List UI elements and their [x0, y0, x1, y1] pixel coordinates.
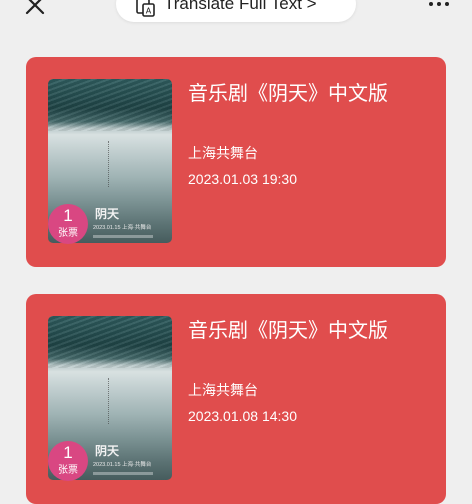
ticket-count: 1: [63, 443, 73, 462]
svg-text:A: A: [146, 7, 152, 16]
more-button[interactable]: [424, 0, 454, 14]
poster-title: 阴天: [95, 207, 120, 221]
show-venue: 上海共舞台: [188, 145, 258, 161]
poster-date: 2023.01.15 上海·共舞台: [93, 225, 152, 231]
translate-icon: A: [136, 0, 156, 18]
ticket-count: 1: [63, 206, 73, 225]
show-title: 音乐剧《阴天》中文版: [188, 320, 388, 342]
poster-title: 阴天: [95, 444, 120, 458]
translate-full-text-button[interactable]: A Translate Full Text >: [116, 0, 356, 22]
show-datetime: 2023.01.08 14:30: [188, 408, 297, 424]
translate-label: Translate Full Text >: [164, 0, 317, 13]
top-bar: A Translate Full Text >: [0, 0, 472, 26]
ticket-order-card[interactable]: 阴天 2023.01.15 上海·共舞台 1 张票 音乐剧《阴天》中文版 上海共…: [26, 57, 446, 267]
close-icon: [25, 0, 45, 15]
more-icon: [429, 2, 433, 6]
show-venue: 上海共舞台: [188, 382, 258, 398]
ticket-unit: 张票: [58, 228, 78, 239]
ticket-order-card[interactable]: 阴天 2023.01.15 上海·共舞台 1 张票 音乐剧《阴天》中文版 上海共…: [26, 294, 446, 504]
ticket-unit: 张票: [58, 465, 78, 476]
ticket-count-badge: 1 张票: [48, 441, 88, 481]
show-datetime: 2023.01.03 19:30: [188, 171, 297, 187]
close-button[interactable]: [22, 0, 48, 18]
ticket-count-badge: 1 张票: [48, 204, 88, 244]
poster-date: 2023.01.15 上海·共舞台: [93, 462, 152, 468]
show-title: 音乐剧《阴天》中文版: [188, 83, 388, 105]
